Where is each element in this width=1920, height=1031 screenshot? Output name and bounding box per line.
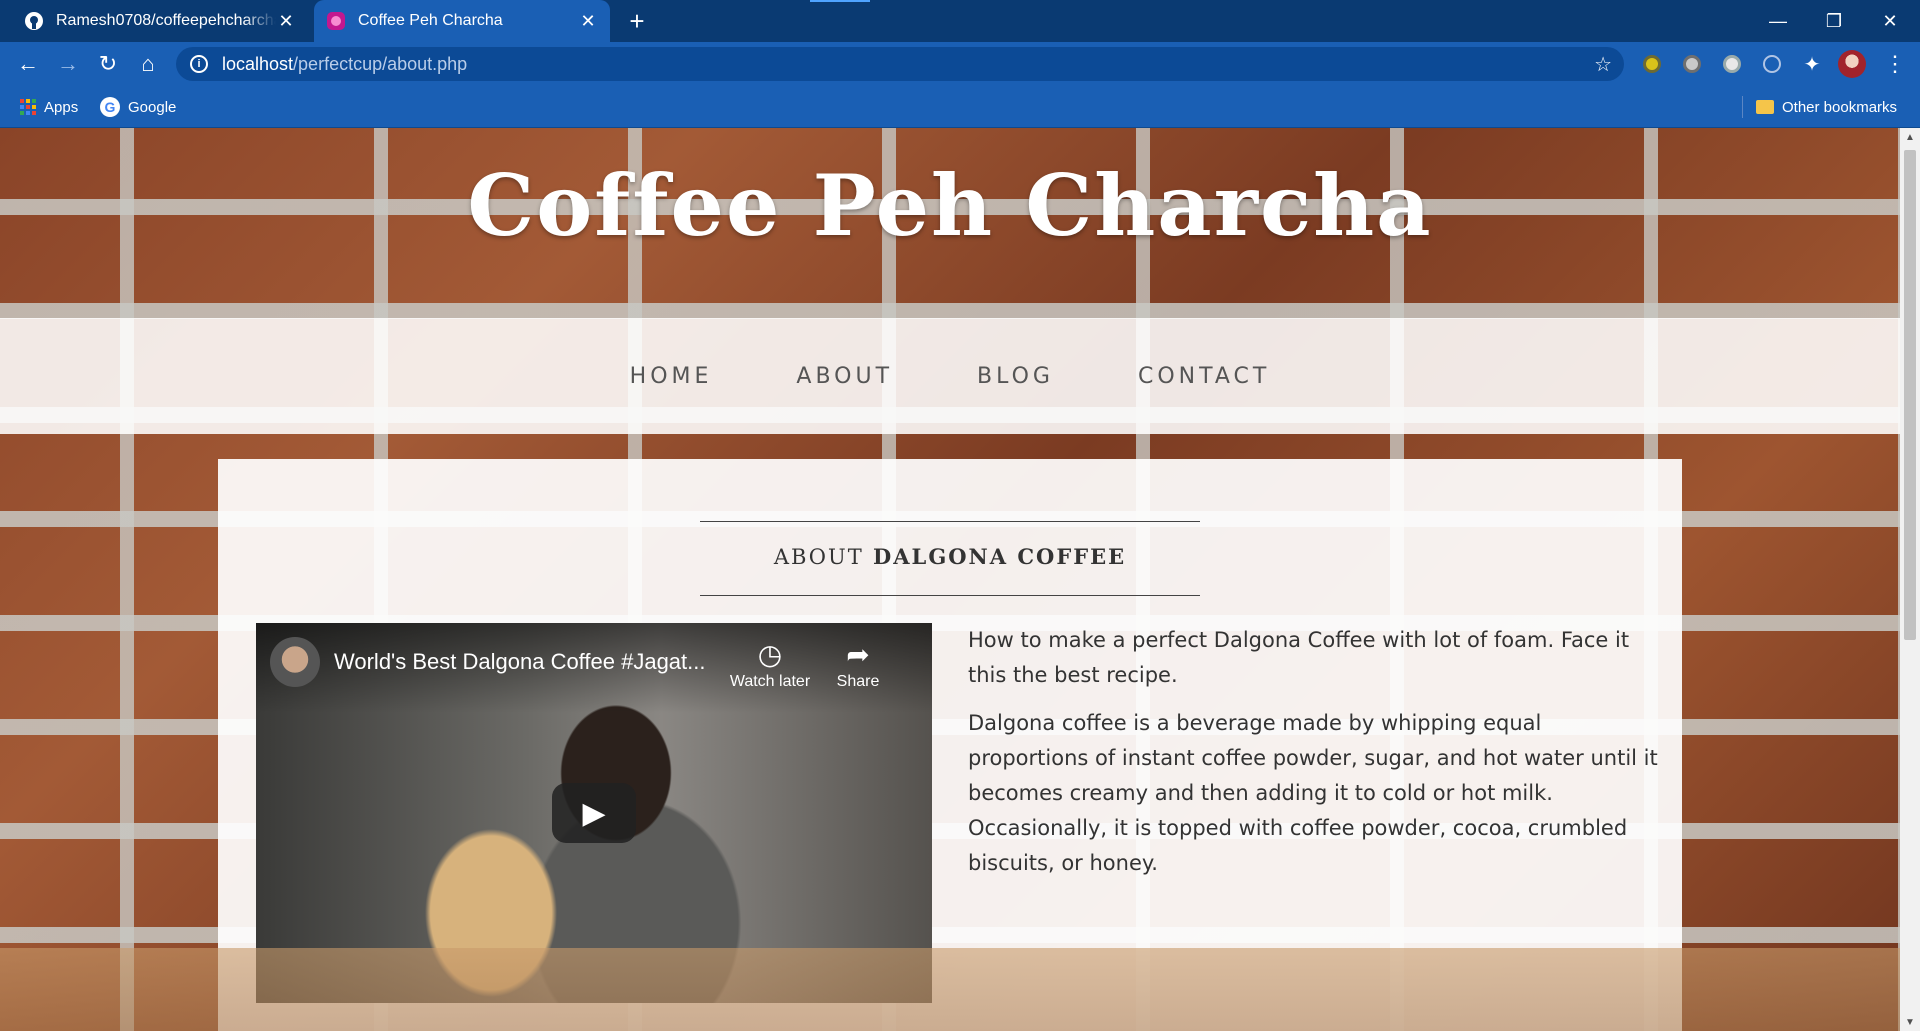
minimize-button[interactable]: — <box>1750 0 1806 42</box>
bookmark-star-icon[interactable]: ☆ <box>1594 52 1612 77</box>
nav-link-blog[interactable]: BLOG <box>935 364 1096 389</box>
share-button[interactable]: ➦ Share <box>812 637 904 691</box>
play-button[interactable]: ▶ <box>552 783 636 843</box>
bookmark-label: Other bookmarks <box>1782 98 1898 116</box>
home-icon[interactable]: ⌂ <box>132 48 164 80</box>
heading-strong: DALGONA COFFEE <box>873 544 1127 569</box>
google-icon: G <box>100 97 120 117</box>
scroll-down-arrow-icon[interactable]: ▼ <box>1900 1013 1920 1031</box>
description-paragraph: How to make a perfect Dalgona Coffee wit… <box>968 628 1630 687</box>
forward-arrow-icon[interactable]: → <box>52 48 84 80</box>
apps-grid-icon <box>20 99 36 115</box>
extension-circle-icon[interactable] <box>1760 52 1784 76</box>
bookmarks-bar: Apps G Google Other bookmarks <box>0 86 1920 128</box>
tab-close-icon[interactable]: ✕ <box>276 11 296 31</box>
tab-title: Ramesh0708/coffeepehcharcha: A <box>56 12 276 29</box>
page-viewport: Coffee Peh Charcha HOME ABOUT BLOG CONTA… <box>0 128 1900 1031</box>
back-arrow-icon[interactable]: ← <box>12 48 44 80</box>
url-host: localhost <box>222 53 294 74</box>
site-navbar: HOME ABOUT BLOG CONTACT <box>0 318 1900 434</box>
watch-later-button[interactable]: ◷ Watch later <box>724 637 816 691</box>
browser-titlebar: Ramesh0708/coffeepehcharcha: A ✕ Coffee … <box>0 0 1920 42</box>
url-text: localhost/perfectcup/about.php <box>222 54 467 75</box>
heading-light: ABOUT <box>773 545 864 569</box>
tabstrip-accent <box>810 0 870 2</box>
scroll-up-arrow-icon[interactable]: ▲ <box>1900 128 1920 146</box>
nav-link-about[interactable]: ABOUT <box>754 364 935 389</box>
restore-button[interactable]: ❐ <box>1806 0 1862 42</box>
clock-icon: ◷ <box>757 639 783 670</box>
bookmark-label: Apps <box>44 98 79 116</box>
about-description: How to make a perfect Dalgona Coffee wit… <box>968 623 1658 894</box>
reload-icon[interactable]: ↻ <box>92 48 124 80</box>
scrollbar-thumb[interactable] <box>1904 150 1916 640</box>
site-title: Coffee Peh Charcha <box>467 156 1433 255</box>
browser-toolbar: ← → ↻ ⌂ i localhost/perfectcup/about.php… <box>0 42 1920 86</box>
share-icon: ➦ <box>846 639 870 670</box>
description-paragraph: Dalgona coffee is a beverage made by whi… <box>968 711 1658 875</box>
browser-menu-icon[interactable]: ⋮ <box>1880 48 1910 80</box>
watch-later-label: Watch later <box>729 673 811 690</box>
profile-avatar[interactable] <box>1838 50 1866 78</box>
heading-divider-bottom <box>700 595 1200 596</box>
heading-divider-top <box>700 521 1200 522</box>
bookmark-apps[interactable]: Apps <box>20 86 78 128</box>
nav-link-home[interactable]: HOME <box>588 364 755 389</box>
github-icon <box>24 11 44 31</box>
play-icon: ▶ <box>582 796 606 830</box>
page-scrollbar[interactable]: ▲ ▼ <box>1900 128 1920 1031</box>
tab-github[interactable]: Ramesh0708/coffeepehcharcha: A ✕ <box>12 0 308 42</box>
address-bar[interactable]: i localhost/perfectcup/about.php ☆ <box>176 47 1624 81</box>
extension-badge-icon[interactable] <box>1680 52 1704 76</box>
coffee-favicon-icon <box>326 11 346 31</box>
channel-avatar[interactable] <box>270 637 320 687</box>
extensions-puzzle-icon[interactable]: ✦ <box>1800 52 1824 76</box>
extension-light-icon[interactable] <box>1720 52 1744 76</box>
tab-coffee-peh-charcha[interactable]: Coffee Peh Charcha ✕ <box>314 0 610 42</box>
bookmark-google[interactable]: G Google <box>100 86 176 128</box>
about-section: ABOUT DALGONA COFFEE World's Best Dalgon… <box>218 459 1682 1031</box>
bookmark-label: Google <box>128 98 177 116</box>
close-window-button[interactable]: ✕ <box>1862 0 1918 42</box>
folder-icon <box>1756 100 1774 114</box>
video-title[interactable]: World's Best Dalgona Coffee #Jagat... <box>334 649 706 675</box>
site-info-icon[interactable]: i <box>190 55 208 73</box>
tab-title: Coffee Peh Charcha <box>358 12 503 29</box>
nav-link-contact[interactable]: CONTACT <box>1096 364 1312 389</box>
bookmarks-separator <box>1742 96 1743 118</box>
tab-close-icon[interactable]: ✕ <box>578 11 598 31</box>
new-tab-button[interactable]: + <box>622 6 652 36</box>
youtube-video-embed[interactable]: World's Best Dalgona Coffee #Jagat... ◷ … <box>256 623 932 1003</box>
url-path: /perfectcup/about.php <box>293 53 468 74</box>
section-heading: ABOUT DALGONA COFFEE <box>218 544 1682 569</box>
share-label: Share <box>836 673 880 690</box>
extension-bulb-icon[interactable] <box>1640 52 1664 76</box>
bookmark-other[interactable]: Other bookmarks <box>1756 86 1897 128</box>
